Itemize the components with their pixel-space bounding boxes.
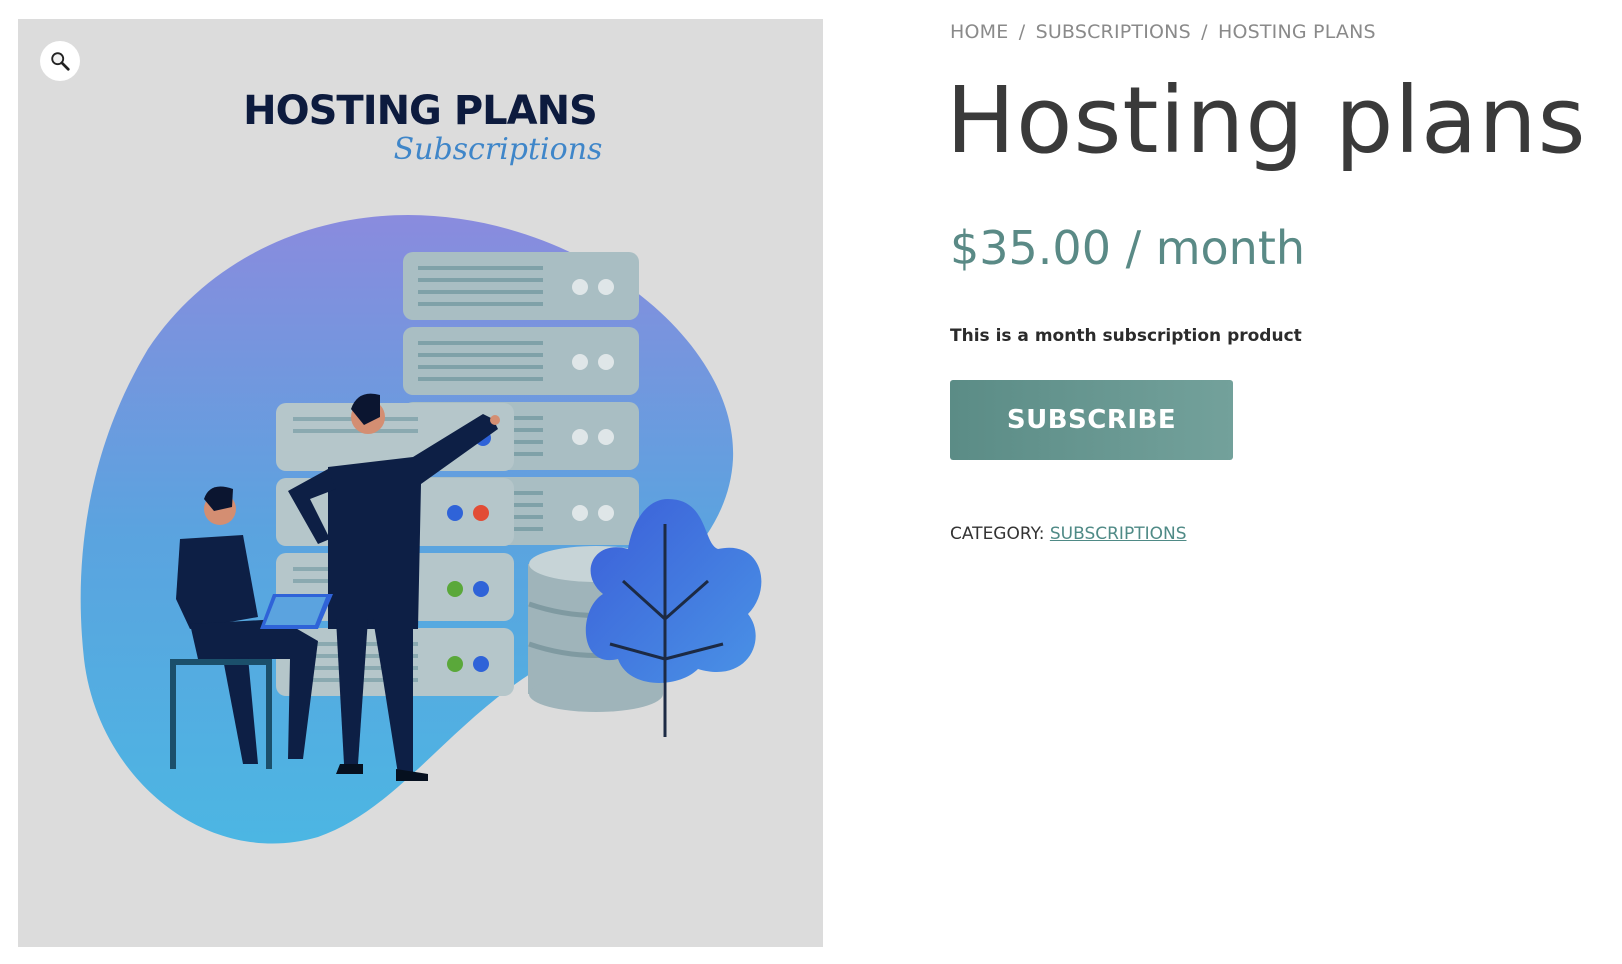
- breadcrumb-separator: /: [1201, 21, 1208, 43]
- product-meta: CATEGORY: SUBSCRIPTIONS: [950, 524, 1186, 544]
- zoom-button[interactable]: [40, 41, 80, 81]
- product-price: $35.00 / month: [950, 218, 1305, 278]
- breadcrumb-subscriptions[interactable]: SUBSCRIPTIONS: [1036, 21, 1191, 43]
- breadcrumb-current: HOSTING PLANS: [1217, 21, 1376, 43]
- price-period: / month: [1125, 221, 1306, 275]
- image-heading: HOSTING PLANS: [243, 88, 597, 134]
- product-image-gallery[interactable]: HOSTING PLANS Subscriptions: [18, 19, 823, 947]
- breadcrumb: HOME / SUBSCRIPTIONS / HOSTING PLANS: [950, 21, 1376, 43]
- hosting-plans-illustration: HOSTING PLANS Subscriptions: [80, 88, 762, 844]
- product-short-description: This is a month subscription product: [950, 326, 1302, 346]
- product-title: Hosting plans: [946, 67, 1587, 174]
- category-label: CATEGORY:: [950, 524, 1045, 544]
- breadcrumb-home[interactable]: HOME: [950, 21, 1008, 43]
- breadcrumb-separator: /: [1018, 21, 1026, 43]
- subscribe-button[interactable]: SUBSCRIBE: [950, 380, 1233, 460]
- price-amount: $35.00: [950, 221, 1111, 275]
- image-subheading: Subscriptions: [394, 132, 603, 167]
- category-link[interactable]: SUBSCRIPTIONS: [1050, 524, 1187, 544]
- magnifier-icon: [51, 52, 70, 71]
